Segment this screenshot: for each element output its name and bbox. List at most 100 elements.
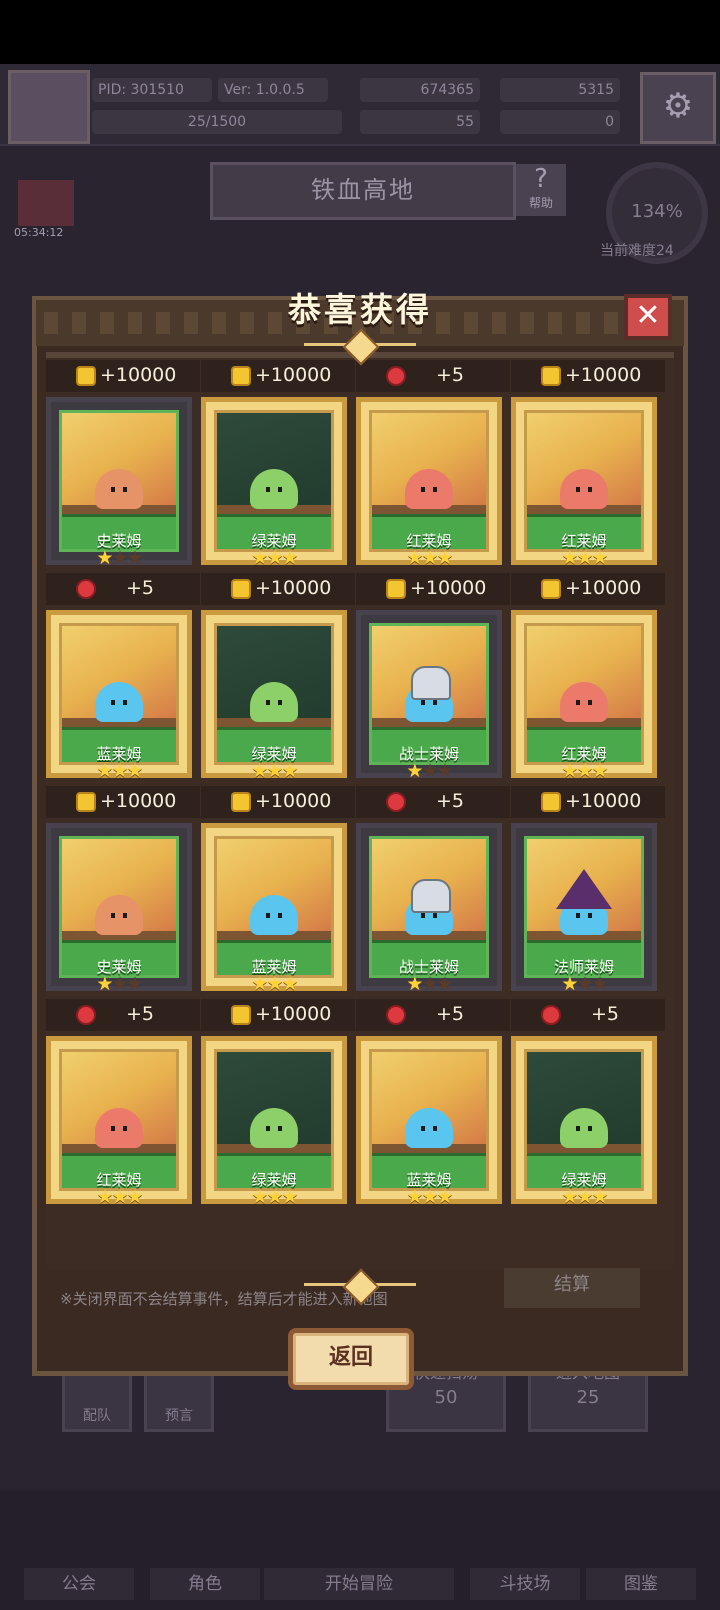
reward-amount: +5: [591, 1003, 620, 1025]
gift-box-icon[interactable]: 05:34:12: [14, 180, 74, 239]
reward-item[interactable]: 史莱姆 ★★★ +5: [46, 823, 200, 1036]
reward-item[interactable]: 红莱姆★★★ +10000: [511, 610, 665, 823]
reward-item[interactable]: 战士莱姆 ★★★ +5: [356, 823, 510, 1036]
monster-card[interactable]: 史莱姆 ★★★: [46, 397, 192, 568]
monster-card[interactable]: 蓝莱姆 ★★★: [46, 610, 192, 781]
star-icon: ★: [561, 760, 578, 782]
star-icon: ★: [251, 973, 268, 995]
star-icon: ★: [591, 1186, 609, 1208]
monster-card[interactable]: 战士莱姆 ★★★: [356, 610, 502, 781]
slime-eye: [421, 913, 425, 918]
reward-item[interactable]: 绿莱姆 ★★★: [201, 1036, 349, 1249]
team-label: 配队: [83, 1408, 111, 1424]
star-icon: ★: [111, 547, 128, 569]
star-icon: ★: [561, 973, 578, 995]
slime-eye: [278, 700, 282, 705]
coin-icon: [231, 579, 251, 599]
reward-item[interactable]: 绿莱姆 ★★★: [511, 1036, 659, 1249]
monster-card[interactable]: 红莱姆 ★★★: [356, 397, 502, 568]
star-icon: ★: [406, 352, 421, 356]
star-icon: ★: [111, 760, 128, 782]
star-icon: ★: [126, 973, 144, 995]
reward-item[interactable]: 蓝莱姆 ★★★: [356, 1036, 504, 1249]
reward-item[interactable]: 蓝莱姆 ★★★ +10000: [201, 823, 355, 1036]
reward-grid-panel[interactable]: 红莱姆★★★+10000绿莱姆★★★+10000射手莱姆★★★+5红莱姆★★★+…: [46, 352, 674, 1270]
reward-item[interactable]: 法师莱姆 ★★★ +5: [511, 823, 665, 1036]
star-icon: ★: [436, 973, 454, 995]
nav-start-adventure[interactable]: 开始冒险: [264, 1568, 454, 1600]
slime-eye: [111, 913, 115, 918]
stage-title[interactable]: 铁血高地: [210, 162, 516, 220]
star-icon: ★: [406, 547, 423, 569]
player-avatar[interactable]: [8, 70, 90, 144]
settle-button[interactable]: 结算: [504, 1268, 640, 1308]
settings-gear-icon[interactable]: ⚙: [640, 72, 716, 144]
nav-character[interactable]: 角色: [150, 1568, 260, 1600]
reward-item[interactable]: 红莱姆★★★+10000: [511, 352, 665, 397]
gem-counter: 5315: [500, 78, 620, 102]
slime-eye: [266, 913, 270, 918]
star-icon: ★: [421, 760, 438, 782]
preview-label: 预言: [165, 1408, 193, 1424]
monster-card[interactable]: 史莱姆 ★★★: [46, 823, 192, 994]
reward-item[interactable]: 战士莱姆 ★★★ +5: [356, 610, 510, 823]
reward-amount: +10000: [100, 364, 177, 386]
monster-card[interactable]: 红莱姆 ★★★: [511, 397, 657, 568]
back-button[interactable]: 返回: [288, 1328, 414, 1390]
settle-note: ※关闭界面不会结算事件，结算后才能进入新地图: [60, 1290, 388, 1308]
monster-card[interactable]: 绿莱姆 ★★★: [201, 397, 347, 568]
reward-amount: +10000: [255, 1003, 332, 1025]
star-icon: ★: [266, 352, 281, 356]
reward-amount: +10000: [565, 790, 642, 812]
star-icon: ★: [251, 547, 268, 569]
reward-item[interactable]: 红莱姆★★★+10000: [356, 397, 510, 610]
reward-item[interactable]: 射手莱姆★★★+5: [356, 352, 510, 397]
close-icon[interactable]: ✕: [624, 294, 672, 340]
star-icon: ★: [561, 352, 576, 356]
monster-card[interactable]: 绿莱姆 ★★★: [201, 610, 347, 781]
star-rating: ★★★: [206, 352, 342, 355]
slime-eye: [588, 487, 592, 492]
slime-eye: [123, 487, 127, 492]
star-icon: ★: [96, 760, 113, 782]
slime-eye: [123, 700, 127, 705]
help-button[interactable]: ? 帮助: [516, 164, 566, 216]
monster-card[interactable]: 战士莱姆 ★★★: [356, 823, 502, 994]
monster-card[interactable]: 绿莱姆 ★★★: [511, 1036, 657, 1207]
star-icon: ★: [591, 973, 609, 995]
nav-guild[interactable]: 公会: [24, 1568, 134, 1600]
reward-amount-row: +10000: [201, 360, 355, 392]
slime-eye: [433, 487, 437, 492]
monster-card[interactable]: 红莱姆 ★★★: [511, 610, 657, 781]
monster-card[interactable]: 红莱姆 ★★★: [46, 1036, 192, 1207]
star-icon: ★: [281, 973, 299, 995]
reward-amount-row: +10000: [46, 786, 200, 818]
nav-arena[interactable]: 斗技场: [470, 1568, 580, 1600]
nav-collection[interactable]: 图鉴: [586, 1568, 696, 1600]
monster-card[interactable]: 法师莱姆 ★★★: [511, 823, 657, 994]
title-ornament: [304, 328, 416, 366]
reward-amount: +10000: [255, 364, 332, 386]
reward-item[interactable]: 蓝莱姆 ★★★ +10000: [46, 610, 200, 823]
coin-icon: [231, 366, 251, 386]
slime-eye: [266, 1126, 270, 1131]
reward-item[interactable]: 红莱姆★★★+10000: [46, 352, 200, 397]
reward-item[interactable]: 绿莱姆★★★+10000: [201, 610, 355, 823]
coin-icon: [386, 579, 406, 599]
slime-sprite: [95, 469, 143, 509]
star-icon: ★: [111, 352, 126, 356]
slime-eye: [433, 700, 437, 705]
reward-item[interactable]: 红莱姆★★★+10000: [511, 397, 665, 610]
slime-sprite: [250, 469, 298, 509]
reward-item[interactable]: 绿莱姆★★★+10000: [201, 352, 355, 397]
star-icon: ★: [282, 352, 297, 356]
exp-bar: 25/1500: [92, 110, 342, 134]
monster-card[interactable]: 绿莱姆 ★★★: [201, 1036, 347, 1207]
reward-item[interactable]: 绿莱姆★★★+10000: [201, 397, 355, 610]
reward-item[interactable]: 史莱姆 ★★★ +5: [46, 397, 200, 610]
reward-item[interactable]: 红莱姆 ★★★: [46, 1036, 194, 1249]
star-rating: ★★★: [516, 1187, 652, 1207]
monster-card[interactable]: 蓝莱姆 ★★★: [356, 1036, 502, 1207]
monster-card[interactable]: 蓝莱姆 ★★★: [201, 823, 347, 994]
star-rating: ★★★: [51, 352, 187, 355]
